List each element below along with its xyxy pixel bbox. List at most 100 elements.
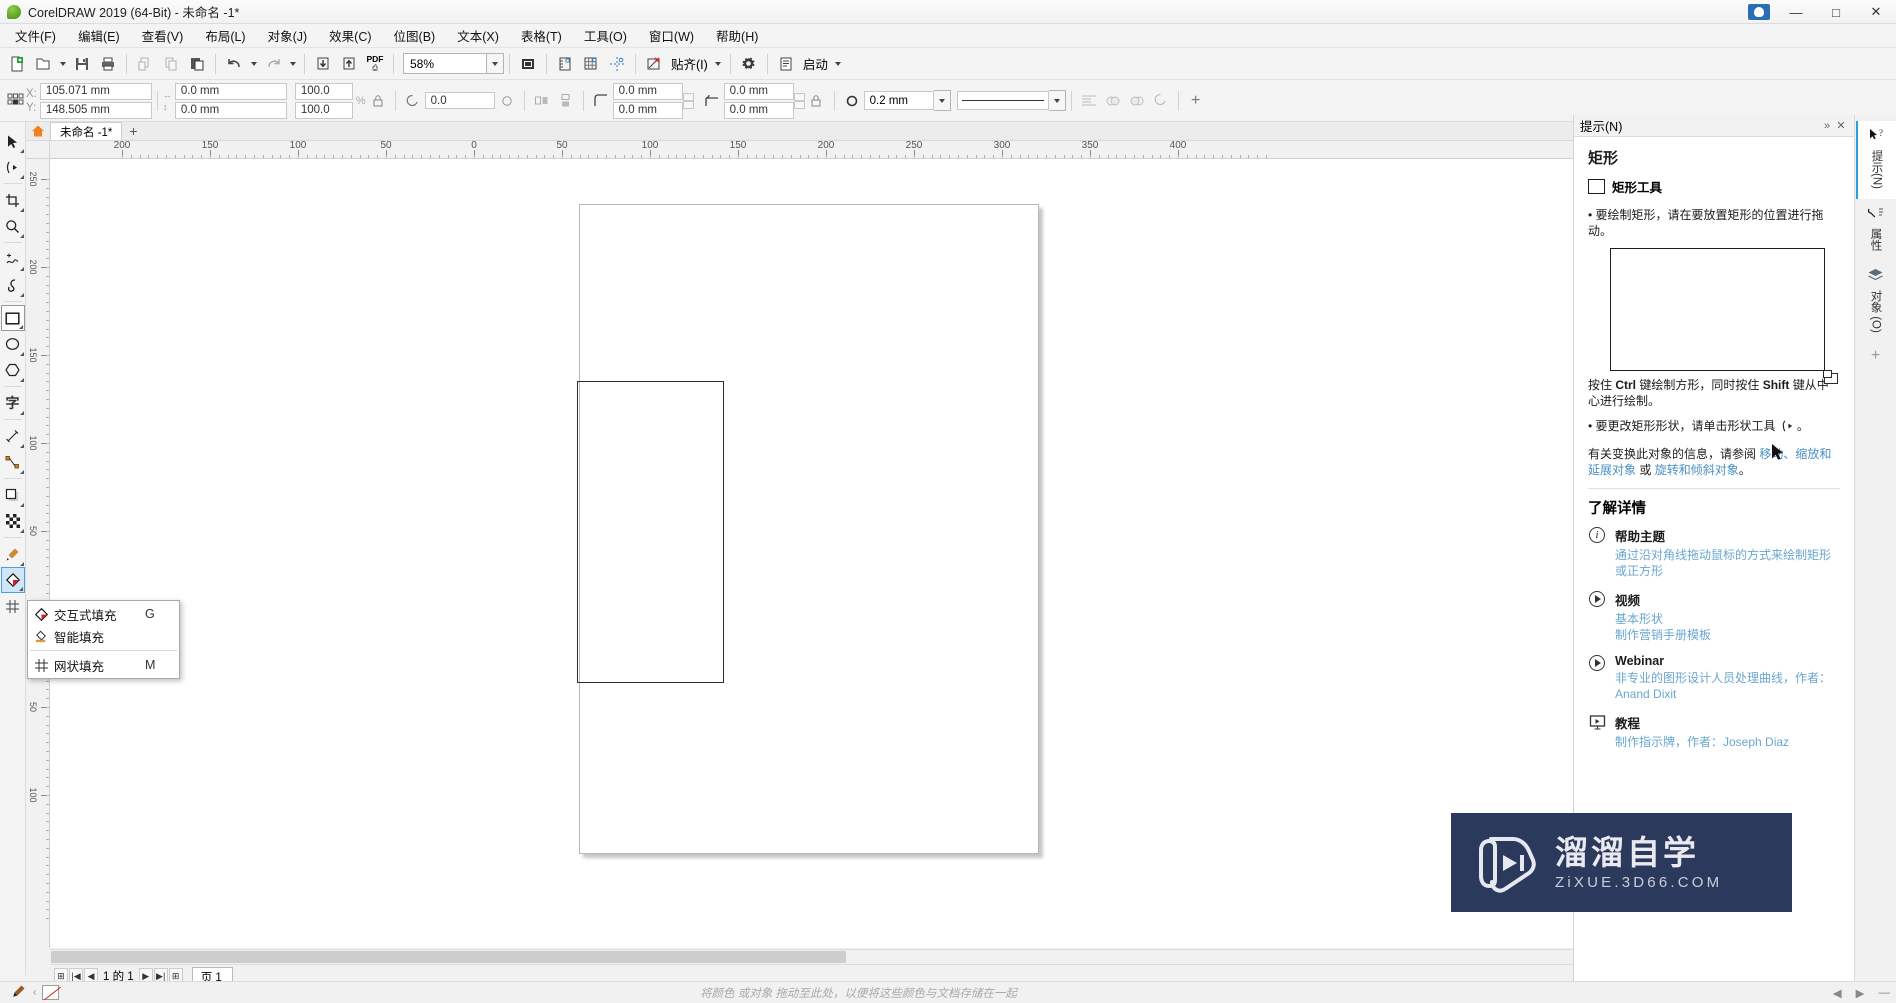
outline-width-dropdown-icon[interactable] xyxy=(933,90,951,111)
rectangle-tool[interactable] xyxy=(0,305,25,331)
outline-width-input[interactable]: 0.2 mm xyxy=(863,91,934,110)
menu-window[interactable]: 窗口(W) xyxy=(638,23,705,48)
zoom-dropdown-icon[interactable] xyxy=(487,53,504,74)
corner-left-spinner[interactable] xyxy=(682,92,694,109)
learn-link-video-2[interactable]: 制作营销手册模板 xyxy=(1615,627,1840,643)
mirror-horizontal-icon[interactable] xyxy=(533,92,551,110)
to-back-icon[interactable] xyxy=(1128,92,1146,110)
mesh-fill-tool[interactable] xyxy=(1,593,25,619)
mirror-vertical-icon[interactable] xyxy=(557,92,575,110)
outline-pen-icon[interactable] xyxy=(12,984,26,1001)
docker-tab-hints[interactable]: ? 提示(N) xyxy=(1855,121,1896,199)
show-rulers-icon[interactable] xyxy=(552,51,578,77)
line-style-dropdown-icon[interactable] xyxy=(1048,90,1066,111)
open-dropdown-icon[interactable] xyxy=(56,51,69,77)
corner-bottomleft-input[interactable]: 0.0 mm xyxy=(612,101,683,119)
fullscreen-preview-icon[interactable] xyxy=(515,51,541,77)
vertical-ruler[interactable]: 25020015010050050100 xyxy=(26,159,50,948)
menu-effects[interactable]: 效果(C) xyxy=(318,23,382,48)
publish-pdf-icon[interactable]: PDF ⎙ xyxy=(362,51,388,77)
menu-layout[interactable]: 布局(L) xyxy=(194,23,256,48)
x-position-input[interactable]: 105.071 mm xyxy=(39,82,152,100)
lock-ratio-icon[interactable] xyxy=(369,92,387,110)
freehand-tool[interactable] xyxy=(1,246,25,272)
user-avatar[interactable] xyxy=(1748,4,1770,20)
canvas-horizontal-scrollbar[interactable] xyxy=(50,949,1600,964)
show-guides-icon[interactable] xyxy=(604,51,630,77)
corner-right-spinner[interactable] xyxy=(793,92,805,109)
text-wrap-icon[interactable] xyxy=(1080,92,1098,110)
undo-dropdown-icon[interactable] xyxy=(247,51,260,77)
flyout-item-smart-fill[interactable]: 智能填充 xyxy=(28,625,179,647)
menu-bitmap[interactable]: 位图(B) xyxy=(383,23,447,48)
flyout-item-mesh-fill[interactable]: 网状填充 M xyxy=(28,654,179,676)
convert-to-curves-icon[interactable] xyxy=(1152,92,1170,110)
snap-icon[interactable] xyxy=(641,51,667,77)
swatch-prev-arrow[interactable]: ‹ xyxy=(33,987,36,998)
color-eyedropper-tool[interactable] xyxy=(1,541,25,567)
object-origin-selector[interactable] xyxy=(4,88,26,114)
zoom-tool[interactable] xyxy=(1,213,25,239)
redo-icon[interactable] xyxy=(260,51,286,77)
crop-tool[interactable] xyxy=(1,187,25,213)
add-docker-button[interactable]: + xyxy=(1856,343,1896,369)
status-nav-left-icon[interactable]: ◀ xyxy=(1833,986,1842,1000)
drawing-canvas[interactable] xyxy=(50,159,1600,948)
redo-dropdown-icon[interactable] xyxy=(286,51,299,77)
line-style-preview[interactable] xyxy=(956,91,1049,110)
menu-edit[interactable]: 编辑(E) xyxy=(67,23,131,48)
flyout-item-interactive-fill[interactable]: 交互式填充 G xyxy=(28,603,179,625)
scale-y-input[interactable]: 100.0 xyxy=(294,101,353,119)
parallel-dimension-tool[interactable] xyxy=(1,423,25,449)
minimize-button[interactable]: — xyxy=(1776,0,1816,24)
options-gear-icon[interactable] xyxy=(736,51,762,77)
docker-tab-objects[interactable]: 对象 (O) xyxy=(1856,261,1896,343)
add-toolbar-item-icon[interactable]: + xyxy=(1187,92,1205,110)
maximize-button[interactable]: □ xyxy=(1816,0,1856,24)
launch-icon[interactable] xyxy=(773,51,799,77)
to-front-icon[interactable] xyxy=(1104,92,1122,110)
horizontal-ruler[interactable]: 毫米 20015010050050100150200250300350400 xyxy=(50,141,1616,159)
ellipse-tool[interactable] xyxy=(1,331,25,357)
paste-icon[interactable] xyxy=(184,51,210,77)
menu-view[interactable]: 查看(V) xyxy=(131,23,195,48)
copy-icon[interactable] xyxy=(158,51,184,77)
corner-scallop-icon[interactable] xyxy=(703,92,721,110)
shape-tool[interactable] xyxy=(1,154,25,180)
menu-object[interactable]: 对象(J) xyxy=(257,23,319,48)
drop-shadow-tool[interactable] xyxy=(1,482,25,508)
object-height-input[interactable]: 0.0 mm xyxy=(174,101,287,119)
hint-link-rotate[interactable]: 旋转和倾斜对象 xyxy=(1655,463,1739,477)
status-minus-icon[interactable]: — xyxy=(1879,987,1891,999)
text-tool[interactable]: 字 xyxy=(1,390,25,416)
ruler-corner[interactable] xyxy=(26,141,50,159)
cut-icon[interactable] xyxy=(132,51,158,77)
docker-tab-properties[interactable]: 属性 xyxy=(1856,199,1896,261)
learn-link-help-1[interactable]: 通过沿对角线拖动鼠标的方式来绘制矩形或正方形 xyxy=(1615,547,1840,579)
corner-topleft-input[interactable]: 0.0 mm xyxy=(612,82,683,100)
corner-topright-input[interactable]: 0.0 mm xyxy=(723,82,794,100)
corner-round-icon[interactable] xyxy=(592,92,610,110)
print-icon[interactable] xyxy=(95,51,121,77)
show-grid-icon[interactable] xyxy=(578,51,604,77)
home-icon[interactable] xyxy=(26,121,50,140)
export-icon[interactable] xyxy=(336,51,362,77)
import-icon[interactable] xyxy=(310,51,336,77)
zoom-level-input[interactable]: 58% xyxy=(403,53,487,74)
new-document-icon[interactable] xyxy=(4,51,30,77)
scale-x-input[interactable]: 100.0 xyxy=(294,82,353,100)
undo-icon[interactable] xyxy=(221,51,247,77)
fill-color-swatch[interactable] xyxy=(42,985,60,1000)
close-button[interactable]: ✕ xyxy=(1856,0,1896,24)
docker-collapse-icon[interactable]: » xyxy=(1820,118,1834,134)
status-nav-right-icon[interactable]: ▶ xyxy=(1856,986,1865,1000)
save-icon[interactable] xyxy=(69,51,95,77)
artistic-media-tool[interactable] xyxy=(1,272,25,298)
menu-text[interactable]: 文本(X) xyxy=(446,23,510,48)
snap-dropdown-icon[interactable] xyxy=(712,51,725,77)
open-document-icon[interactable] xyxy=(30,51,56,77)
launch-dropdown-icon[interactable] xyxy=(832,51,845,77)
connector-tool[interactable] xyxy=(1,449,25,475)
rotation-angle-input[interactable]: 0.0 xyxy=(424,92,495,109)
relative-corner-icon[interactable] xyxy=(808,92,826,110)
